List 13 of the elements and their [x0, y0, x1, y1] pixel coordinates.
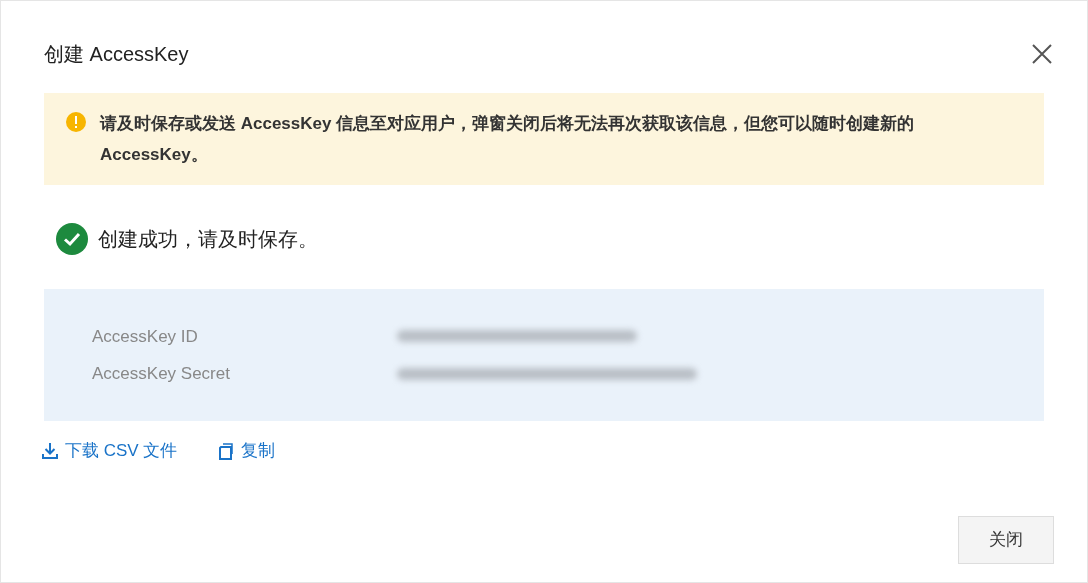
success-icon — [56, 223, 88, 255]
field-label: AccessKey Secret — [92, 363, 231, 385]
warning-icon — [66, 112, 86, 132]
dialog-title: 创建 AccessKey — [44, 42, 189, 67]
copy-link[interactable]: 复制 — [217, 438, 276, 464]
close-icon[interactable] — [1030, 42, 1054, 66]
download-icon — [41, 441, 59, 460]
close-button[interactable]: 关闭 — [958, 516, 1054, 564]
success-message: 创建成功，请及时保存。 — [98, 227, 318, 252]
download-link[interactable]: 下载 CSV 文件 — [41, 438, 178, 464]
warning-message: 请及时保存或发送 AccessKey 信息至对应用户，弹窗关闭后将无法再次获取该信息，但您可以随时创建新的 AccessKey。 — [100, 113, 916, 166]
field-label: AccessKey ID — [92, 325, 199, 348]
copy-icon — [217, 441, 236, 460]
